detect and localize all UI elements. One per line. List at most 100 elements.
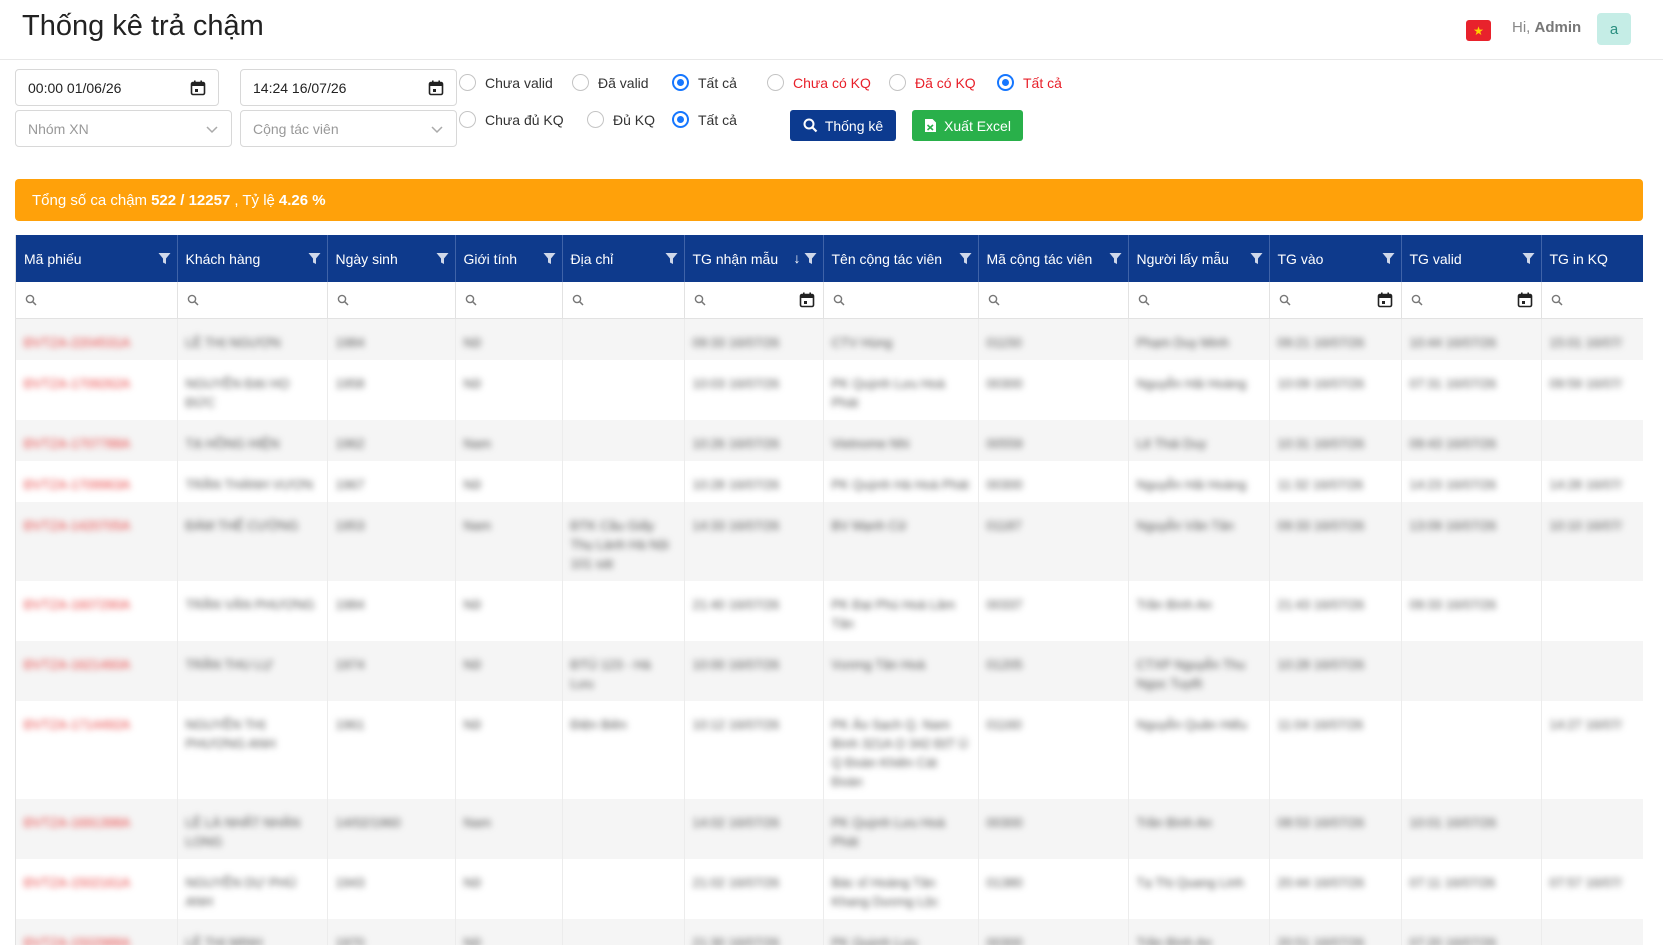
column-header[interactable]: Tên cộng tác viên: [823, 235, 979, 282]
cell-value: PK Quỳnh Lưu Hoà Phát: [831, 375, 946, 410]
stat-button[interactable]: Thống kê: [790, 110, 896, 141]
column-filter-cell[interactable]: [562, 282, 685, 319]
radio-circle[interactable]: [672, 111, 689, 128]
column-filter-cell[interactable]: [823, 282, 979, 319]
table-row[interactable]: ĐVTZA-1502988A LÊ THỊ MINH 1970 Nữ 21:30 16/…: [16, 918, 1643, 945]
column-header[interactable]: Khách hàng: [177, 235, 328, 282]
table-row[interactable]: ĐVTZA-1709262A NGUYỄN ĐẠI HỌ ĐỨC 1958 Nữ 10:…: [16, 359, 1643, 420]
radio-result-1[interactable]: Đã có KQ: [889, 74, 976, 91]
ticket-id[interactable]: ĐVTZA-1420705A: [24, 516, 169, 535]
radio-valid-0[interactable]: Chưa valid: [459, 74, 553, 91]
column-filter-cell[interactable]: [1401, 282, 1542, 319]
table-row[interactable]: ĐVTZA-2204531A LÊ THỊ NGƯƠN 1984 Nữ 09:33 16…: [16, 318, 1643, 360]
radio-complete-2[interactable]: Tất cả: [672, 111, 737, 128]
filter-icon[interactable]: [158, 252, 171, 265]
column-filter-cell[interactable]: [16, 282, 178, 319]
table-row[interactable]: ĐVTZA-1707788A TẠ HỒNG HIỆN 1962 Nam 10:26 1…: [16, 419, 1643, 461]
table-row[interactable]: ĐVTZA-1714492A NGUYỄN THỊ PHƯƠNG ANH 1961 N…: [16, 700, 1643, 799]
radio-circle[interactable]: [767, 74, 784, 91]
column-header[interactable]: Mã cộng tác viên: [978, 235, 1129, 282]
avatar[interactable]: a: [1597, 13, 1631, 45]
column-filter-cell[interactable]: [978, 282, 1129, 319]
table-row[interactable]: ĐVTZA-1420705A ĐÀM THẾ CƯỜNG 1953 Nam ĐTK Cầ…: [16, 501, 1643, 581]
column-filter-cell[interactable]: [455, 282, 563, 319]
excel-export-button[interactable]: Xuất Excel: [912, 110, 1023, 141]
radio-complete-0[interactable]: Chưa đủ KQ: [459, 111, 564, 128]
filter-icon[interactable]: [959, 252, 972, 265]
column-filter-cell[interactable]: [1128, 282, 1270, 319]
radio-complete-1[interactable]: Đủ KQ: [587, 111, 655, 128]
ticket-id[interactable]: ĐVTZA-1709963A: [24, 475, 169, 494]
ticket-id[interactable]: ĐVTZA-1502161A: [24, 873, 169, 892]
column-filter-cell[interactable]: [1269, 282, 1402, 319]
radio-circle[interactable]: [459, 111, 476, 128]
ticket-id[interactable]: ĐVTZA-1709262A: [24, 374, 169, 393]
radio-valid-1[interactable]: Đã valid: [572, 74, 649, 91]
ticket-id[interactable]: ĐVTZA-2204531A: [24, 333, 169, 352]
column-header[interactable]: Mã phiếu: [16, 235, 178, 282]
table-row[interactable]: ĐVTZA-1709963A TRẦN THÀNH VƯƠN 1967 Nữ 10:28…: [16, 460, 1643, 502]
filter-icon[interactable]: [665, 252, 678, 265]
column-header[interactable]: Địa chỉ: [562, 235, 685, 282]
radio-circle[interactable]: [572, 74, 589, 91]
table-cell: [1541, 918, 1643, 945]
language-flag-icon[interactable]: ★: [1466, 20, 1491, 41]
cell-value: 10:28 16/07/26: [692, 476, 780, 492]
ticket-id[interactable]: ĐVTZA-1502988A: [24, 933, 169, 945]
ticket-id[interactable]: ĐVTZA-1714492A: [24, 715, 169, 734]
radio-circle[interactable]: [997, 74, 1014, 91]
radio-result-0[interactable]: Chưa có KQ: [767, 74, 871, 91]
table-row[interactable]: ĐVTZA-1621460A TRẦN THU LỰ 1974 Nữ ĐTÚ 123 -…: [16, 640, 1643, 701]
column-filter-cell[interactable]: [327, 282, 456, 319]
from-date-input[interactable]: 00:00 01/06/26: [15, 69, 219, 106]
table-cell: ĐVTZA-1420705A: [16, 501, 178, 581]
ticket-id[interactable]: ĐVTZA-1707788A: [24, 434, 169, 453]
table-row[interactable]: ĐVTZA-1502161A NGUYỄN DỰ PHÚ ANH 1943 Nữ 21:…: [16, 858, 1643, 919]
filter-icon[interactable]: [1250, 252, 1263, 265]
filter-icon[interactable]: [1522, 252, 1535, 265]
table-cell: ĐVTZA-1709963A: [16, 460, 178, 502]
ticket-id[interactable]: ĐVTZA-1607290A: [24, 595, 169, 614]
filter-icon[interactable]: [436, 252, 449, 265]
table-filter-row: [16, 282, 1643, 319]
collaborator-select[interactable]: Cộng tác viên: [240, 110, 457, 147]
calendar-icon[interactable]: [1377, 292, 1393, 308]
group-select[interactable]: Nhóm XN: [15, 110, 232, 147]
summary-prefix: Tổng số ca chậm: [32, 191, 148, 209]
radio-circle[interactable]: [889, 74, 906, 91]
calendar-icon[interactable]: [190, 80, 206, 96]
calendar-icon[interactable]: [1517, 292, 1533, 308]
table-row[interactable]: ĐVTZA-1691398A LÊ LÀ NHẤT NHÂN LONG 14/02/…: [16, 798, 1643, 859]
column-header[interactable]: TG vào: [1269, 235, 1402, 282]
column-header[interactable]: TG in KQ: [1541, 235, 1643, 282]
column-header[interactable]: Giới tính: [455, 235, 563, 282]
calendar-icon[interactable]: [799, 292, 815, 308]
table-row[interactable]: ĐVTZA-1607290A TRẦN VĂN PHƯƠNG 1984 Nữ 21:40…: [16, 580, 1643, 641]
filter-icon[interactable]: [804, 252, 817, 265]
radio-circle[interactable]: [587, 111, 604, 128]
column-filter-cell[interactable]: [1541, 282, 1643, 319]
radio-circle[interactable]: [459, 74, 476, 91]
sort-desc-icon[interactable]: ↓: [794, 251, 801, 265]
table-cell: 01160: [978, 700, 1129, 799]
column-filter-cell[interactable]: [177, 282, 328, 319]
filter-icon[interactable]: [308, 252, 321, 265]
table-cell: Phạm Duy Minh: [1128, 318, 1270, 360]
radio-circle[interactable]: [672, 74, 689, 91]
cell-value: 10:10 16/07/: [1549, 517, 1622, 533]
to-date-input[interactable]: 14:24 16/07/26: [240, 69, 457, 106]
column-filter-cell[interactable]: [684, 282, 824, 319]
ticket-id[interactable]: ĐVTZA-1621460A: [24, 655, 169, 674]
filter-icon[interactable]: [543, 252, 556, 265]
radio-valid-2[interactable]: Tất cả: [672, 74, 737, 91]
column-header[interactable]: Ngày sinh: [327, 235, 456, 282]
column-header[interactable]: TG nhận mẫu ↓: [684, 235, 824, 282]
filter-icon[interactable]: [1109, 252, 1122, 265]
table-cell: 21:43 16/07/26: [1269, 580, 1402, 641]
radio-result-2[interactable]: Tất cả: [997, 74, 1062, 91]
ticket-id[interactable]: ĐVTZA-1691398A: [24, 813, 169, 832]
column-header[interactable]: TG valid: [1401, 235, 1542, 282]
filter-icon[interactable]: [1382, 252, 1395, 265]
calendar-icon[interactable]: [428, 80, 444, 96]
column-header[interactable]: Người lấy mẫu: [1128, 235, 1270, 282]
